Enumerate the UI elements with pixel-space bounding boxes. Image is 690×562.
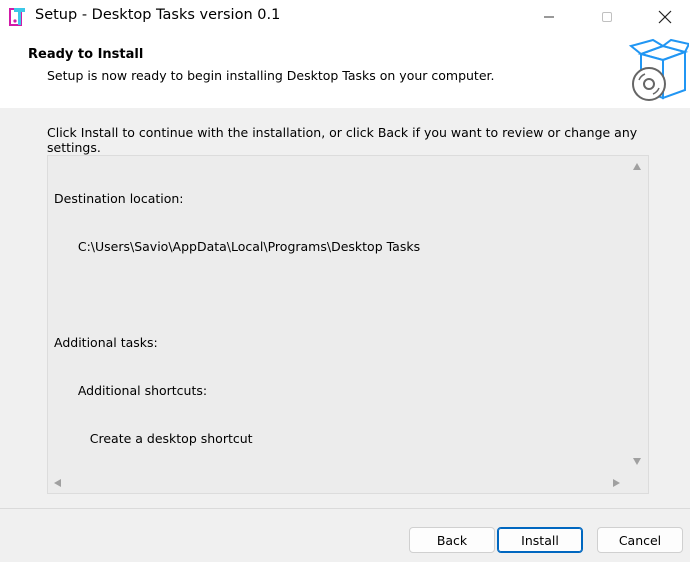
- close-icon: [658, 10, 672, 24]
- title-bar[interactable]: Setup - Desktop Tasks version 0.1: [0, 0, 690, 34]
- memo-content: Destination location: C:\Users\Savio\App…: [54, 159, 624, 479]
- page-subheading: Setup is now ready to begin installing D…: [47, 68, 495, 83]
- maximize-icon: [602, 12, 612, 22]
- window-title: Setup - Desktop Tasks version 0.1: [35, 7, 281, 23]
- scroll-left-arrow-icon[interactable]: [53, 478, 63, 488]
- cancel-button[interactable]: Cancel: [597, 527, 683, 553]
- horizontal-scrollbar[interactable]: [48, 472, 627, 493]
- memo-line: C:\Users\Savio\AppData\Local\Programs\De…: [54, 239, 421, 254]
- memo-line: Additional tasks:: [54, 335, 158, 350]
- vertical-scrollbar[interactable]: [627, 156, 648, 472]
- minimize-icon: [544, 16, 554, 18]
- memo-line: [54, 287, 624, 303]
- memo-line: Destination location:: [54, 191, 184, 206]
- back-button[interactable]: Back: [409, 527, 495, 553]
- memo-line: Additional shortcuts:: [54, 383, 208, 398]
- scroll-right-arrow-icon[interactable]: [611, 478, 621, 488]
- scroll-up-arrow-icon[interactable]: [632, 162, 642, 172]
- scroll-down-arrow-icon[interactable]: [632, 456, 642, 466]
- ready-memo[interactable]: Destination location: C:\Users\Savio\App…: [47, 155, 649, 494]
- minimize-button[interactable]: [526, 0, 572, 34]
- install-button[interactable]: Install: [497, 527, 583, 553]
- box-with-disc-icon: [628, 38, 689, 101]
- instruction-text: Click Install to continue with the insta…: [47, 125, 638, 155]
- app-icon: [9, 8, 25, 26]
- wizard-footer: [0, 509, 690, 562]
- close-button[interactable]: [642, 0, 688, 34]
- page-heading: Ready to Install: [28, 47, 144, 62]
- maximize-button[interactable]: [584, 0, 630, 34]
- memo-line: Create a desktop shortcut: [54, 431, 253, 446]
- scrollbar-corner: [627, 472, 648, 493]
